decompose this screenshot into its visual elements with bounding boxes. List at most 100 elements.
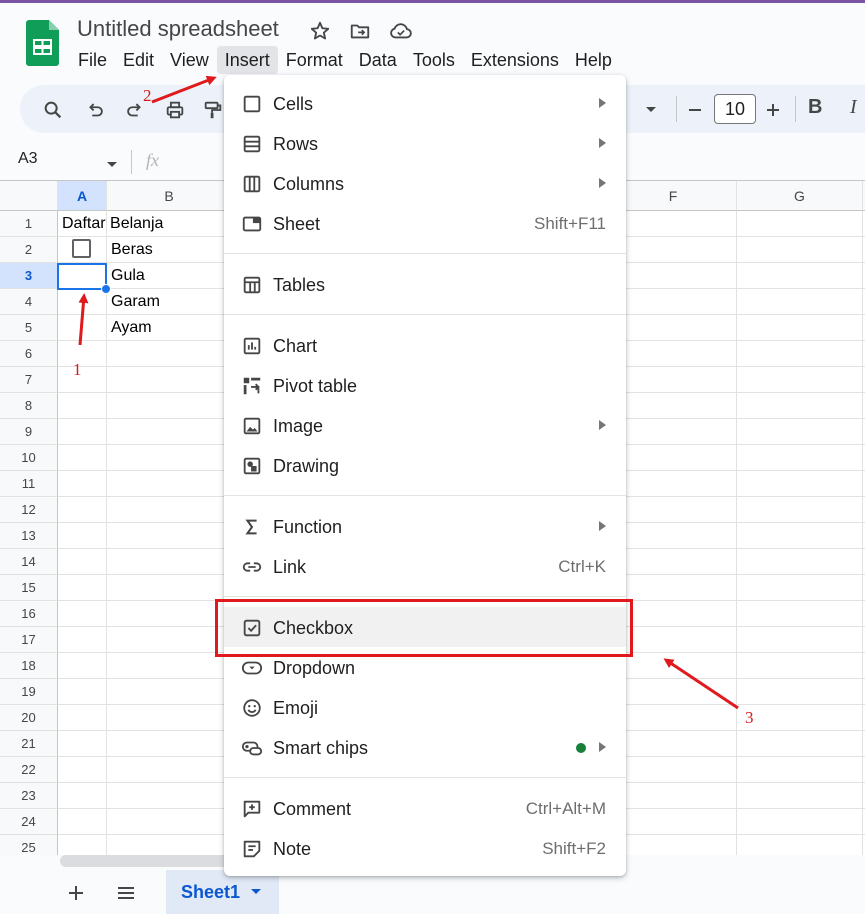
menu-item-function[interactable]: Function (224, 506, 626, 546)
bold-button[interactable]: B (808, 96, 822, 119)
name-box-caret-icon[interactable] (106, 156, 118, 174)
menu-item-label: Dropdown (273, 658, 356, 678)
menu-item-label: Pivot table (273, 376, 358, 396)
column-header-f[interactable]: F (610, 181, 737, 211)
menu-help[interactable]: Help (567, 46, 620, 74)
column-header-g[interactable]: G (737, 181, 863, 211)
row-header-23[interactable]: 23 (0, 783, 58, 809)
column-header-b[interactable]: B (107, 181, 232, 211)
star-icon[interactable] (307, 18, 333, 44)
row-header-17[interactable]: 17 (0, 627, 58, 653)
row-header-22[interactable]: 22 (0, 757, 58, 783)
row-header-18[interactable]: 18 (0, 653, 58, 679)
menu-item-drawing[interactable]: Drawing (224, 445, 626, 485)
menu-item-rows[interactable]: Rows (224, 123, 626, 163)
sheet-icon (241, 213, 263, 235)
menu-edit[interactable]: Edit (115, 46, 162, 74)
column-header-a[interactable]: A (58, 181, 107, 211)
menu-item-image[interactable]: Image (224, 405, 626, 445)
cell-b3[interactable]: Gula (111, 263, 145, 289)
font-size-input[interactable]: 10 (714, 94, 756, 124)
row-header-15[interactable]: 15 (0, 575, 58, 601)
horizontal-scrollbar[interactable] (60, 855, 230, 867)
row-header-1[interactable]: 1 (0, 211, 58, 237)
row-header-4[interactable]: 4 (0, 289, 58, 315)
menu-item-pivot-table[interactable]: Pivot table (224, 365, 626, 405)
menu-item-emoji[interactable]: Emoji (224, 687, 626, 727)
menu-item-link[interactable]: Link Ctrl+K (224, 546, 626, 586)
menu-item-note[interactable]: Note Shift+F2 (224, 828, 626, 868)
menu-item-shortcut: Ctrl+Alt+M (525, 799, 606, 818)
print-icon[interactable] (160, 95, 190, 125)
cloud-saved-icon[interactable] (388, 18, 414, 44)
row-header-8[interactable]: 8 (0, 393, 58, 419)
add-sheet-icon[interactable] (61, 878, 91, 908)
row-header-2[interactable]: 2 (0, 237, 58, 263)
menu-item-shortcut: Shift+F11 (534, 214, 606, 233)
menu-format[interactable]: Format (278, 46, 351, 74)
row-header-5[interactable]: 5 (0, 315, 58, 341)
emoji-icon (241, 697, 263, 719)
menu-item-smart-chips[interactable]: Smart chips (224, 727, 626, 767)
note-icon (241, 838, 263, 860)
row-header-3[interactable]: 3 (0, 263, 58, 289)
move-folder-icon[interactable] (347, 18, 373, 44)
increase-font-size-icon[interactable] (758, 95, 788, 125)
undo-icon[interactable] (80, 95, 110, 125)
row-header-9[interactable]: 9 (0, 419, 58, 445)
fill-handle[interactable] (101, 284, 111, 294)
menu-data[interactable]: Data (351, 46, 405, 74)
row-header-24[interactable]: 24 (0, 809, 58, 835)
sheet-tab-caret-icon[interactable] (250, 883, 262, 901)
sheet-tab-sheet1[interactable]: Sheet1 (166, 870, 279, 914)
cell-b2[interactable]: Beras (111, 237, 153, 263)
menu-item-chart[interactable]: Chart (224, 325, 626, 365)
row-header-25[interactable]: 25 (0, 835, 58, 855)
image-icon (241, 415, 263, 437)
tables-icon (241, 274, 263, 296)
cell-b5[interactable]: Ayam (111, 315, 152, 341)
annotation-step-3: 3 (745, 708, 754, 727)
menu-extensions[interactable]: Extensions (463, 46, 567, 74)
selected-cell-a3[interactable] (57, 263, 107, 290)
row-header-13[interactable]: 13 (0, 523, 58, 549)
italic-button[interactable]: I (850, 96, 857, 119)
menu-view[interactable]: View (162, 46, 217, 74)
menu-item-comment[interactable]: Comment Ctrl+Alt+M (224, 788, 626, 828)
menu-insert[interactable]: Insert (216, 46, 278, 74)
row-header-7[interactable]: 7 (0, 367, 58, 393)
row-header-20[interactable]: 20 (0, 705, 58, 731)
search-icon[interactable] (38, 95, 68, 125)
menu-file[interactable]: File (70, 46, 115, 74)
menu-item-sheet[interactable]: Sheet Shift+F11 (224, 203, 626, 243)
row-header-6[interactable]: 6 (0, 341, 58, 367)
cell-a1[interactable]: Daftar Belanja (62, 211, 163, 237)
document-title[interactable]: Untitled spreadsheet (77, 16, 279, 42)
sheets-logo-icon[interactable] (26, 20, 59, 66)
fx-icon: fx (146, 150, 159, 170)
font-dropdown-caret-icon[interactable] (636, 95, 666, 125)
cells-icon (241, 93, 263, 115)
decrease-font-size-icon[interactable] (680, 95, 710, 125)
cell-a2-checkbox[interactable] (72, 239, 91, 258)
row-header-11[interactable]: 11 (0, 471, 58, 497)
row-header-16[interactable]: 16 (0, 601, 58, 627)
row-header-14[interactable]: 14 (0, 549, 58, 575)
rows-icon (241, 133, 263, 155)
menu-tools[interactable]: Tools (405, 46, 463, 74)
row-header-19[interactable]: 19 (0, 679, 58, 705)
row-header-10[interactable]: 10 (0, 445, 58, 471)
menu-item-columns[interactable]: Columns (224, 163, 626, 203)
checkbox-highlight-box (215, 599, 633, 657)
menu-item-tables[interactable]: Tables (224, 264, 626, 304)
name-box[interactable]: A3 (18, 150, 38, 168)
submenu-arrow-icon (599, 98, 606, 108)
cell-b4[interactable]: Garam (111, 289, 160, 315)
row-header-12[interactable]: 12 (0, 497, 58, 523)
sigma-icon (241, 516, 263, 538)
row-header-21[interactable]: 21 (0, 731, 58, 757)
all-sheets-icon[interactable] (111, 878, 141, 908)
menu-item-cells[interactable]: Cells (224, 83, 626, 123)
select-all-corner[interactable] (0, 181, 58, 211)
menu-item-label: Link (273, 557, 307, 577)
